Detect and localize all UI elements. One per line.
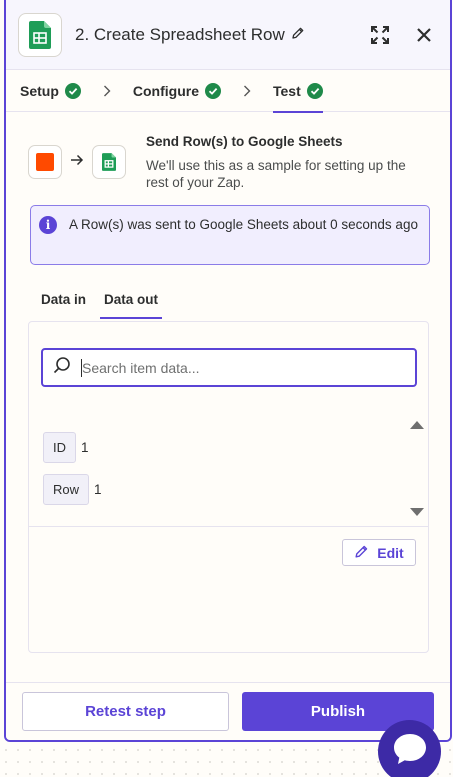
- chat-bubble-icon: [392, 732, 428, 771]
- scroll-up-arrow[interactable]: [410, 421, 424, 429]
- list-item: ID 1: [43, 432, 89, 463]
- alert-text: A Row(s) was sent to Google Sheets about…: [69, 217, 418, 232]
- tab-data-in[interactable]: Data in: [41, 287, 86, 319]
- panel-header: 2. Create Spreadsheet Row: [6, 0, 450, 70]
- chevron-right-icon: [103, 85, 111, 97]
- item-value: 1: [81, 440, 89, 455]
- chevron-right-icon: [243, 85, 251, 97]
- success-alert: i A Row(s) was sent to Google Sheets abo…: [30, 205, 430, 265]
- step-nav: Setup Configure Test: [6, 70, 450, 113]
- search-field[interactable]: [41, 348, 417, 387]
- panel-footer: Retest step Publish: [6, 682, 450, 740]
- step-label: Configure: [132, 82, 199, 99]
- chat-button[interactable]: [378, 720, 441, 777]
- item-key: ID: [43, 432, 76, 463]
- google-sheets-icon: [92, 144, 126, 179]
- list-item: Row 1: [43, 474, 102, 505]
- summary-description: We'll use this as a sample for setting u…: [146, 158, 406, 190]
- step-label: Test: [273, 82, 301, 99]
- page-title: 2. Create Spreadsheet Row: [75, 25, 305, 45]
- check-circle-icon: [306, 82, 323, 99]
- step-label: Setup: [20, 82, 59, 99]
- edit-button[interactable]: Edit: [342, 539, 416, 566]
- step-test[interactable]: Test: [273, 70, 323, 113]
- divider: [29, 526, 428, 527]
- step-title: 2. Create Spreadsheet Row: [75, 24, 285, 44]
- google-sheets-icon: [18, 12, 62, 57]
- step-configure[interactable]: Configure: [133, 70, 221, 112]
- edit-label: Edit: [377, 544, 404, 561]
- step-panel: 2. Create Spreadsheet Row Setup Configur…: [4, 0, 452, 742]
- data-tabs: Data in Data out: [41, 287, 428, 319]
- search-icon: [53, 356, 71, 379]
- check-circle-icon: [205, 82, 221, 99]
- search-input[interactable]: [82, 359, 382, 376]
- info-icon: i: [39, 216, 57, 234]
- item-value: 1: [94, 482, 102, 497]
- scroll-down-arrow[interactable]: [410, 508, 424, 516]
- item-key: Row: [43, 474, 90, 505]
- pencil-icon[interactable]: [291, 25, 305, 45]
- summary-title: Send Row(s) to Google Sheets: [146, 134, 343, 149]
- expand-icon[interactable]: [368, 23, 392, 47]
- test-summary: Send Row(s) to Google Sheets We'll use t…: [28, 132, 428, 191]
- tab-data-out[interactable]: Data out: [100, 287, 163, 319]
- retest-step-button[interactable]: Retest step: [22, 692, 229, 731]
- pencil-icon: [354, 544, 369, 562]
- close-icon[interactable]: [412, 23, 436, 47]
- data-out-panel: ID 1 Row 1 Edit: [28, 321, 429, 653]
- step-setup[interactable]: Setup: [20, 70, 81, 112]
- check-circle-icon: [64, 82, 81, 99]
- arrow-right-icon: [70, 153, 84, 171]
- zapier-app-icon: [28, 144, 62, 179]
